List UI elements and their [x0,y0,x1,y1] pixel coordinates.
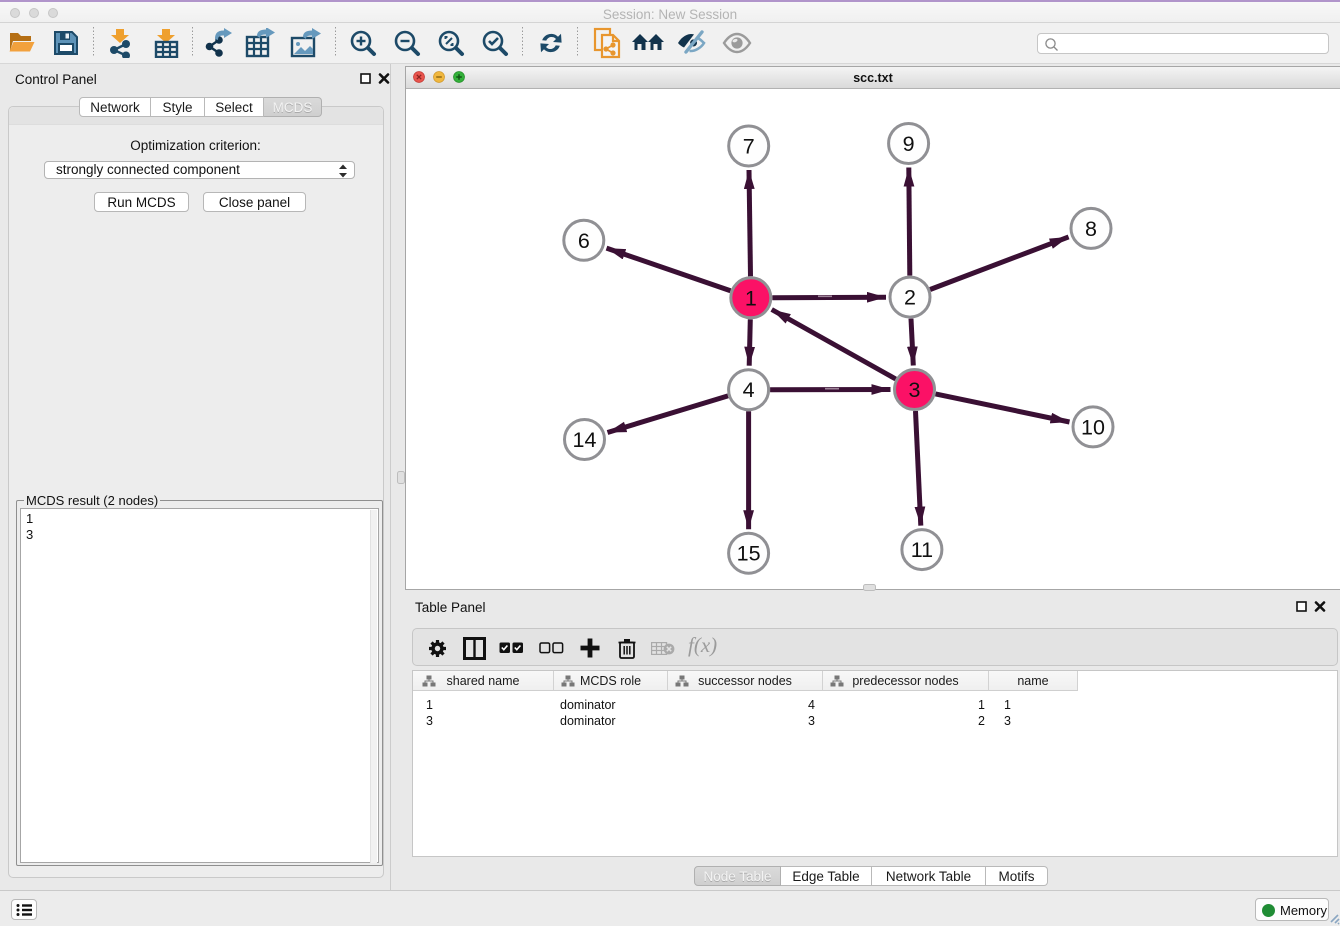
svg-text:2: 2 [904,286,916,310]
svg-text:11: 11 [911,538,933,562]
svg-text:6: 6 [578,229,590,253]
svg-text:3: 3 [909,378,921,402]
svg-text:10: 10 [1081,415,1105,439]
svg-text:1: 1 [745,286,757,310]
svg-text:4: 4 [743,378,755,402]
svg-text:8: 8 [1085,217,1097,241]
svg-text:9: 9 [903,132,915,156]
svg-text:14: 14 [573,428,597,452]
svg-text:7: 7 [743,135,755,159]
svg-text:15: 15 [737,542,761,566]
